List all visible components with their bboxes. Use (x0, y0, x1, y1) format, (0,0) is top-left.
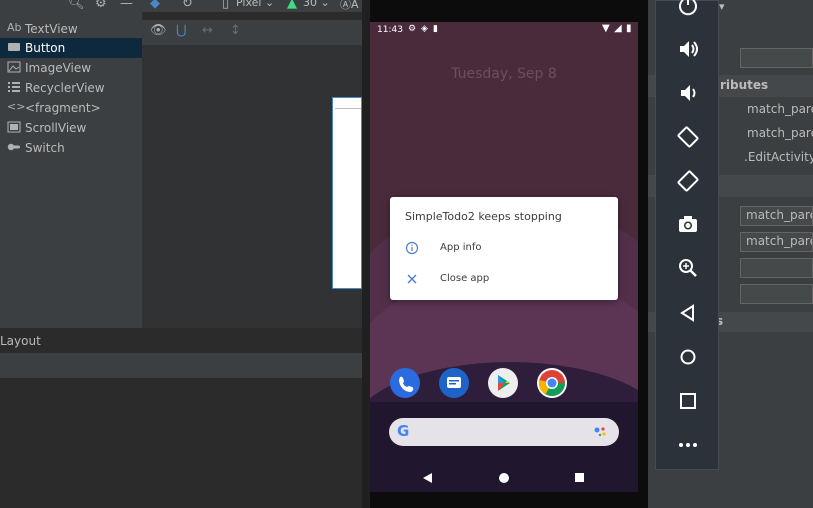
palette-item-textview[interactable]: Ab TextView (0, 19, 142, 39)
palette-item-label: ImageView (25, 61, 92, 75)
palette-item-button[interactable]: Button (0, 38, 142, 58)
orientation-icon[interactable]: ↻ (182, 0, 193, 11)
search-icon[interactable]: 🔍︎ (68, 0, 85, 11)
layout-panel-header: Layout (0, 328, 362, 352)
textview-icon: Ab (7, 21, 22, 34)
phone-screen[interactable]: 11:43 ⚙ ◈ ▮ ▼ ◢ ▮ Tuesday, Sep 8 SimpleT… (370, 22, 638, 492)
component-tree-toolbar (0, 352, 362, 379)
sim-icon: ▮ (433, 24, 438, 34)
volume-down-icon[interactable] (677, 82, 699, 104)
google-search-bar[interactable]: G (389, 418, 619, 446)
google-g-icon: G (397, 422, 410, 440)
device-selector[interactable]: Pixel ⌄ (236, 0, 274, 9)
recents-icon[interactable] (574, 472, 585, 483)
scrollview-icon (7, 121, 21, 133)
overview-icon[interactable] (677, 390, 699, 412)
power-icon[interactable] (677, 0, 699, 17)
palette-item-label: RecyclerView (25, 81, 105, 95)
palette-item-label: <fragment> (25, 101, 101, 115)
attributes-tab-fragment: ▾ (719, 0, 725, 13)
layout-width-field[interactable]: match_parent (740, 206, 813, 226)
home-icon[interactable] (498, 472, 510, 484)
home-icon[interactable] (677, 346, 699, 368)
navigation-bar (370, 462, 638, 492)
button-icon (7, 41, 21, 53)
attribute-field[interactable] (740, 258, 813, 278)
palette-item-imageview[interactable]: ImageView (0, 58, 142, 78)
emulator-controls (655, 0, 719, 470)
declared-attributes-title: ributes (720, 78, 769, 92)
palette-item-label: Button (25, 41, 66, 55)
attribute-field[interactable] (740, 284, 813, 304)
layout-height-field[interactable]: match_parent (740, 232, 813, 252)
wifi-icon: ▼ (602, 23, 610, 34)
component-tree (0, 378, 362, 508)
attribute-search-field[interactable] (740, 48, 813, 68)
shield-icon: ◈ (421, 24, 428, 34)
status-bar: 11:43 ⚙ ◈ ▮ ▼ ◢ ▮ (370, 22, 638, 39)
palette-item-label: TextView (25, 22, 78, 36)
vertical-arrows-icon[interactable]: ↕ (230, 23, 241, 38)
android-icon: ▲ (287, 0, 297, 11)
switch-icon (7, 141, 21, 153)
palette-item-fragment[interactable]: <> <fragment> (0, 98, 142, 118)
back-icon[interactable] (422, 472, 433, 484)
attribute-value[interactable]: .EditActivity (744, 150, 813, 164)
status-time: 11:43 (377, 25, 403, 35)
emulator-bezel (362, 0, 370, 508)
volume-up-icon[interactable] (677, 38, 699, 60)
api-selector[interactable]: 30 ⌄ (303, 0, 330, 9)
layers-icon[interactable]: ◆ (150, 0, 160, 11)
play-store-icon[interactable] (488, 368, 518, 398)
theme-selector[interactable]: ⒶA (340, 0, 359, 12)
phone-app-icon[interactable] (390, 368, 420, 398)
chrome-icon[interactable] (537, 368, 567, 398)
palette-item-scrollview[interactable]: ScrollView (0, 118, 142, 138)
info-icon (405, 241, 419, 255)
attribute-value[interactable]: match_parent (747, 102, 813, 116)
dialog-title: SimpleTodo2 keeps stopping (405, 210, 562, 223)
settings-gear-icon: ⚙ (408, 24, 417, 34)
battery-icon: ▮ (626, 23, 632, 34)
palette-item-recyclerview[interactable]: RecyclerView (0, 78, 142, 98)
rotate-left-icon[interactable] (677, 126, 699, 148)
palette-item-switch[interactable]: Switch (0, 138, 142, 158)
horizontal-arrows-icon[interactable]: ↔ (202, 23, 213, 38)
more-icon[interactable] (677, 434, 699, 456)
app-info-label: App info (440, 242, 482, 253)
palette-item-label: ScrollView (25, 121, 87, 135)
close-icon (407, 274, 417, 284)
palette-item-label: Switch (25, 141, 65, 155)
zoom-icon[interactable] (677, 257, 699, 279)
design-toolbar-top: 🔍︎ ⚙ — ◆ ↻ ▯ Pixel ⌄ ▲ 30 ⌄ ⒶA (0, 0, 362, 12)
eye-icon[interactable]: 👁︎ (150, 23, 167, 38)
back-icon[interactable] (677, 302, 699, 324)
camera-icon[interactable] (677, 213, 699, 235)
assistant-icon[interactable] (593, 425, 607, 439)
recyclerview-icon (7, 81, 21, 93)
design-surface-toolbar: 👁︎ ⋃ ↔ ↕ (142, 20, 362, 45)
layout-panel-title: Layout (0, 334, 41, 348)
layout-preview[interactable] (332, 97, 362, 289)
crash-dialog: SimpleTodo2 keeps stopping App info Clos… (390, 197, 618, 300)
fragment-icon: <> (7, 100, 26, 113)
app-info-button[interactable]: App info (390, 235, 618, 263)
messages-app-icon[interactable] (439, 368, 469, 398)
gear-icon[interactable]: ⚙ (95, 0, 107, 11)
design-surface (142, 45, 362, 328)
magnet-icon[interactable]: ⋃ (176, 23, 187, 38)
rotate-right-icon[interactable] (677, 170, 699, 192)
device-icon[interactable]: ▯ (222, 0, 229, 11)
imageview-icon (7, 61, 21, 73)
signal-icon: ◢ (614, 23, 622, 34)
minimize-icon[interactable]: — (120, 0, 133, 11)
close-app-label: Close app (440, 273, 490, 284)
attribute-value[interactable]: match_parent (747, 126, 813, 140)
lockscreen-date: Tuesday, Sep 8 (451, 66, 557, 82)
preview-toolbar (335, 100, 361, 109)
close-app-button[interactable]: Close app (390, 266, 618, 294)
